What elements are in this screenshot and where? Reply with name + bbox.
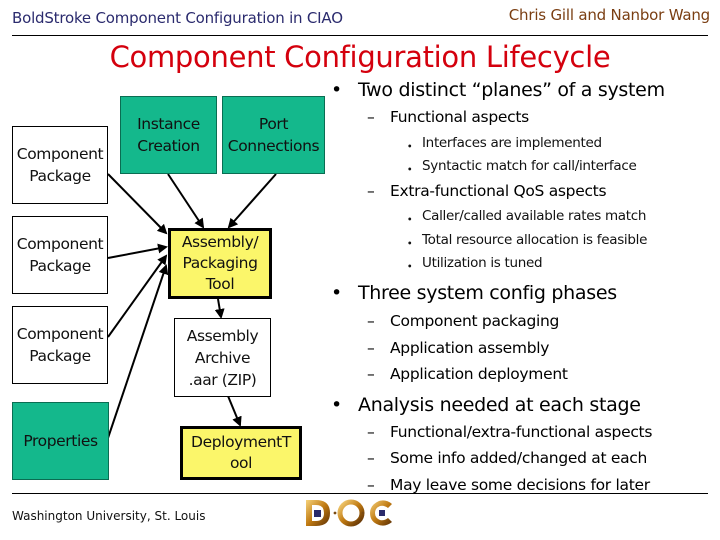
dash-mark: –: [367, 476, 375, 494]
item-caller-called-rates: Caller/called available rates match: [422, 208, 647, 224]
node-label: Component Package: [16, 235, 104, 275]
small-bullet-mark: ・: [403, 139, 417, 155]
node-component-package-3: Component Package: [12, 306, 108, 384]
item-utilization-tuned: Utilization is tuned: [422, 255, 543, 271]
arrow-tool-to-archive: [214, 298, 225, 319]
arrow-pkg1-to-tool: [107, 173, 168, 235]
sub-extra-functional-qos: Extra-functional QoS aspects: [390, 182, 607, 200]
node-label: Component Package: [16, 145, 104, 185]
item-some-info-added: Some info added/changed at each: [390, 449, 648, 467]
item-syntactic-match: Syntactic match for call/interface: [422, 158, 637, 174]
arrow-properties-to-tool: [107, 264, 169, 439]
dash-mark: –: [367, 449, 375, 467]
arrow-pkg3-to-tool: [107, 254, 168, 338]
item-total-resource-allocation: Total resource allocation is feasible: [422, 232, 648, 248]
dash-mark: –: [367, 423, 375, 441]
small-bullet-mark: ・: [403, 162, 417, 178]
dash-mark: –: [367, 108, 375, 126]
slide-title: Component Configuration Lifecycle: [109, 40, 611, 74]
small-bullet-mark: ・: [403, 236, 417, 252]
bullet-analysis-needed: Analysis needed at each stage: [358, 394, 641, 416]
item-application-deployment: Application deployment: [390, 365, 568, 383]
node-assembly-archive: Assembly Archive .aar (ZIP): [174, 318, 271, 397]
small-bullet-mark: ・: [403, 259, 417, 275]
bullet-mark: •: [331, 282, 343, 304]
node-deployment-tool: DeploymentT ool: [180, 426, 302, 480]
dash-mark: –: [367, 182, 375, 200]
node-label: Assembly/ Packaging Tool: [181, 233, 259, 293]
node-port-connections: Port Connections: [222, 96, 325, 174]
node-label: DeploymentT ool: [191, 433, 291, 472]
node-label: Assembly Archive .aar (ZIP): [186, 326, 259, 389]
logo-letter-o: [337, 499, 365, 527]
footer-institution: Washington University, St. Louis: [12, 509, 206, 523]
dash-mark: –: [367, 339, 375, 357]
item-component-packaging: Component packaging: [390, 312, 560, 330]
header-author: Chris Gill and Nanbor Wang: [508, 6, 710, 24]
node-label: Component Package: [16, 325, 104, 365]
node-label: Instance Creation: [137, 115, 200, 155]
header-divider: [12, 35, 708, 36]
arrow-archive-to-deploy: [227, 395, 242, 427]
item-interfaces-implemented: Interfaces are implemented: [422, 135, 602, 151]
bullet-three-phases: Three system config phases: [358, 282, 617, 304]
node-assembly-packaging-tool: Assembly/ Packaging Tool: [168, 228, 272, 299]
doc-group-logo: [306, 499, 392, 527]
node-label: Properties: [23, 432, 98, 450]
header-title: BoldStroke Component Configuration in CI…: [12, 9, 343, 27]
node-label: Port Connections: [227, 115, 320, 155]
bullet-two-planes: Two distinct “planes” of a system: [358, 79, 665, 101]
footer-divider: [12, 493, 708, 494]
node-instance-creation: Instance Creation: [120, 96, 217, 174]
sub-functional-aspects: Functional aspects: [390, 108, 529, 126]
bullet-mark: •: [331, 394, 343, 416]
bullet-mark: •: [331, 79, 343, 101]
dash-mark: –: [367, 365, 375, 383]
node-component-package-1: Component Package: [12, 126, 108, 204]
node-properties: Properties: [12, 402, 109, 480]
dash-mark: –: [367, 312, 375, 330]
arrow-instance-to-tool: [167, 173, 205, 229]
item-functional-extra-functional: Functional/extra-functional aspects: [390, 423, 653, 441]
item-may-leave-decisions: May leave some decisions for later: [390, 476, 650, 494]
arrow-pkg2-to-tool: [107, 243, 168, 259]
item-application-assembly: Application assembly: [390, 339, 550, 357]
arrow-port-to-tool: [227, 173, 277, 229]
node-component-package-2: Component Package: [12, 216, 108, 294]
small-bullet-mark: ・: [403, 212, 417, 228]
